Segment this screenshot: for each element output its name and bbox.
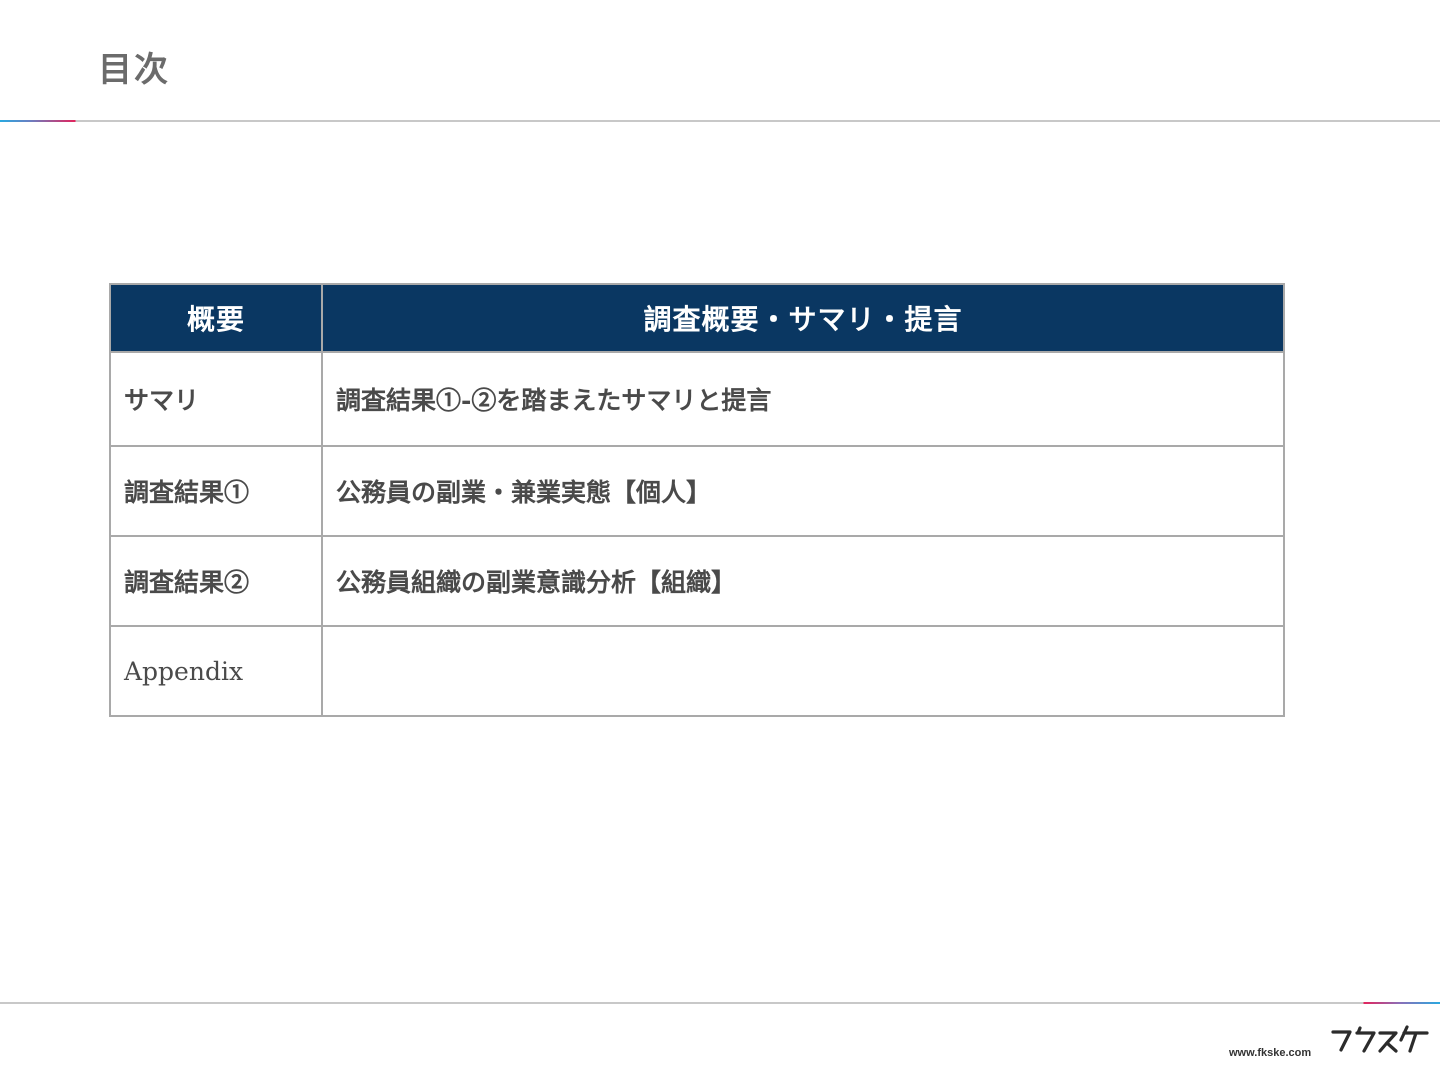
slide-page: 目次 概要 調査概要・サマリ・提言 サマリ 調査結果①-②を踏まえたサマリと提言… <box>0 0 1440 1080</box>
row-description <box>321 625 1285 717</box>
fukusuke-logo-icon <box>1331 1025 1429 1053</box>
header-divider <box>0 120 1440 122</box>
toc-table: 概要 調査概要・サマリ・提言 サマリ 調査結果①-②を踏まえたサマリと提言 調査… <box>109 283 1285 717</box>
row-description: 公務員組織の副業意識分析【組織】 <box>321 535 1285 627</box>
table-header-row: 概要 調査概要・サマリ・提言 <box>109 283 1285 353</box>
table-row: 調査結果① 公務員の副業・兼業実態【個人】 <box>109 445 1285 537</box>
row-label: 調査結果② <box>109 535 323 627</box>
row-description: 公務員の副業・兼業実態【個人】 <box>321 445 1285 537</box>
row-label: Appendix <box>109 625 323 717</box>
table-row: Appendix <box>109 625 1285 717</box>
table-row: サマリ 調査結果①-②を踏まえたサマリと提言 <box>109 351 1285 447</box>
header-cell-overview: 概要 <box>109 283 323 353</box>
page-title: 目次 <box>98 50 170 90</box>
header-cell-summary: 調査概要・サマリ・提言 <box>321 283 1285 353</box>
footer-url: www.fkske.com <box>1229 1047 1312 1059</box>
row-description: 調査結果①-②を踏まえたサマリと提言 <box>321 351 1285 447</box>
table-row: 調査結果② 公務員組織の副業意識分析【組織】 <box>109 535 1285 627</box>
footer-divider <box>0 1002 1440 1004</box>
row-label: 調査結果① <box>109 445 323 537</box>
row-label: サマリ <box>109 351 323 447</box>
